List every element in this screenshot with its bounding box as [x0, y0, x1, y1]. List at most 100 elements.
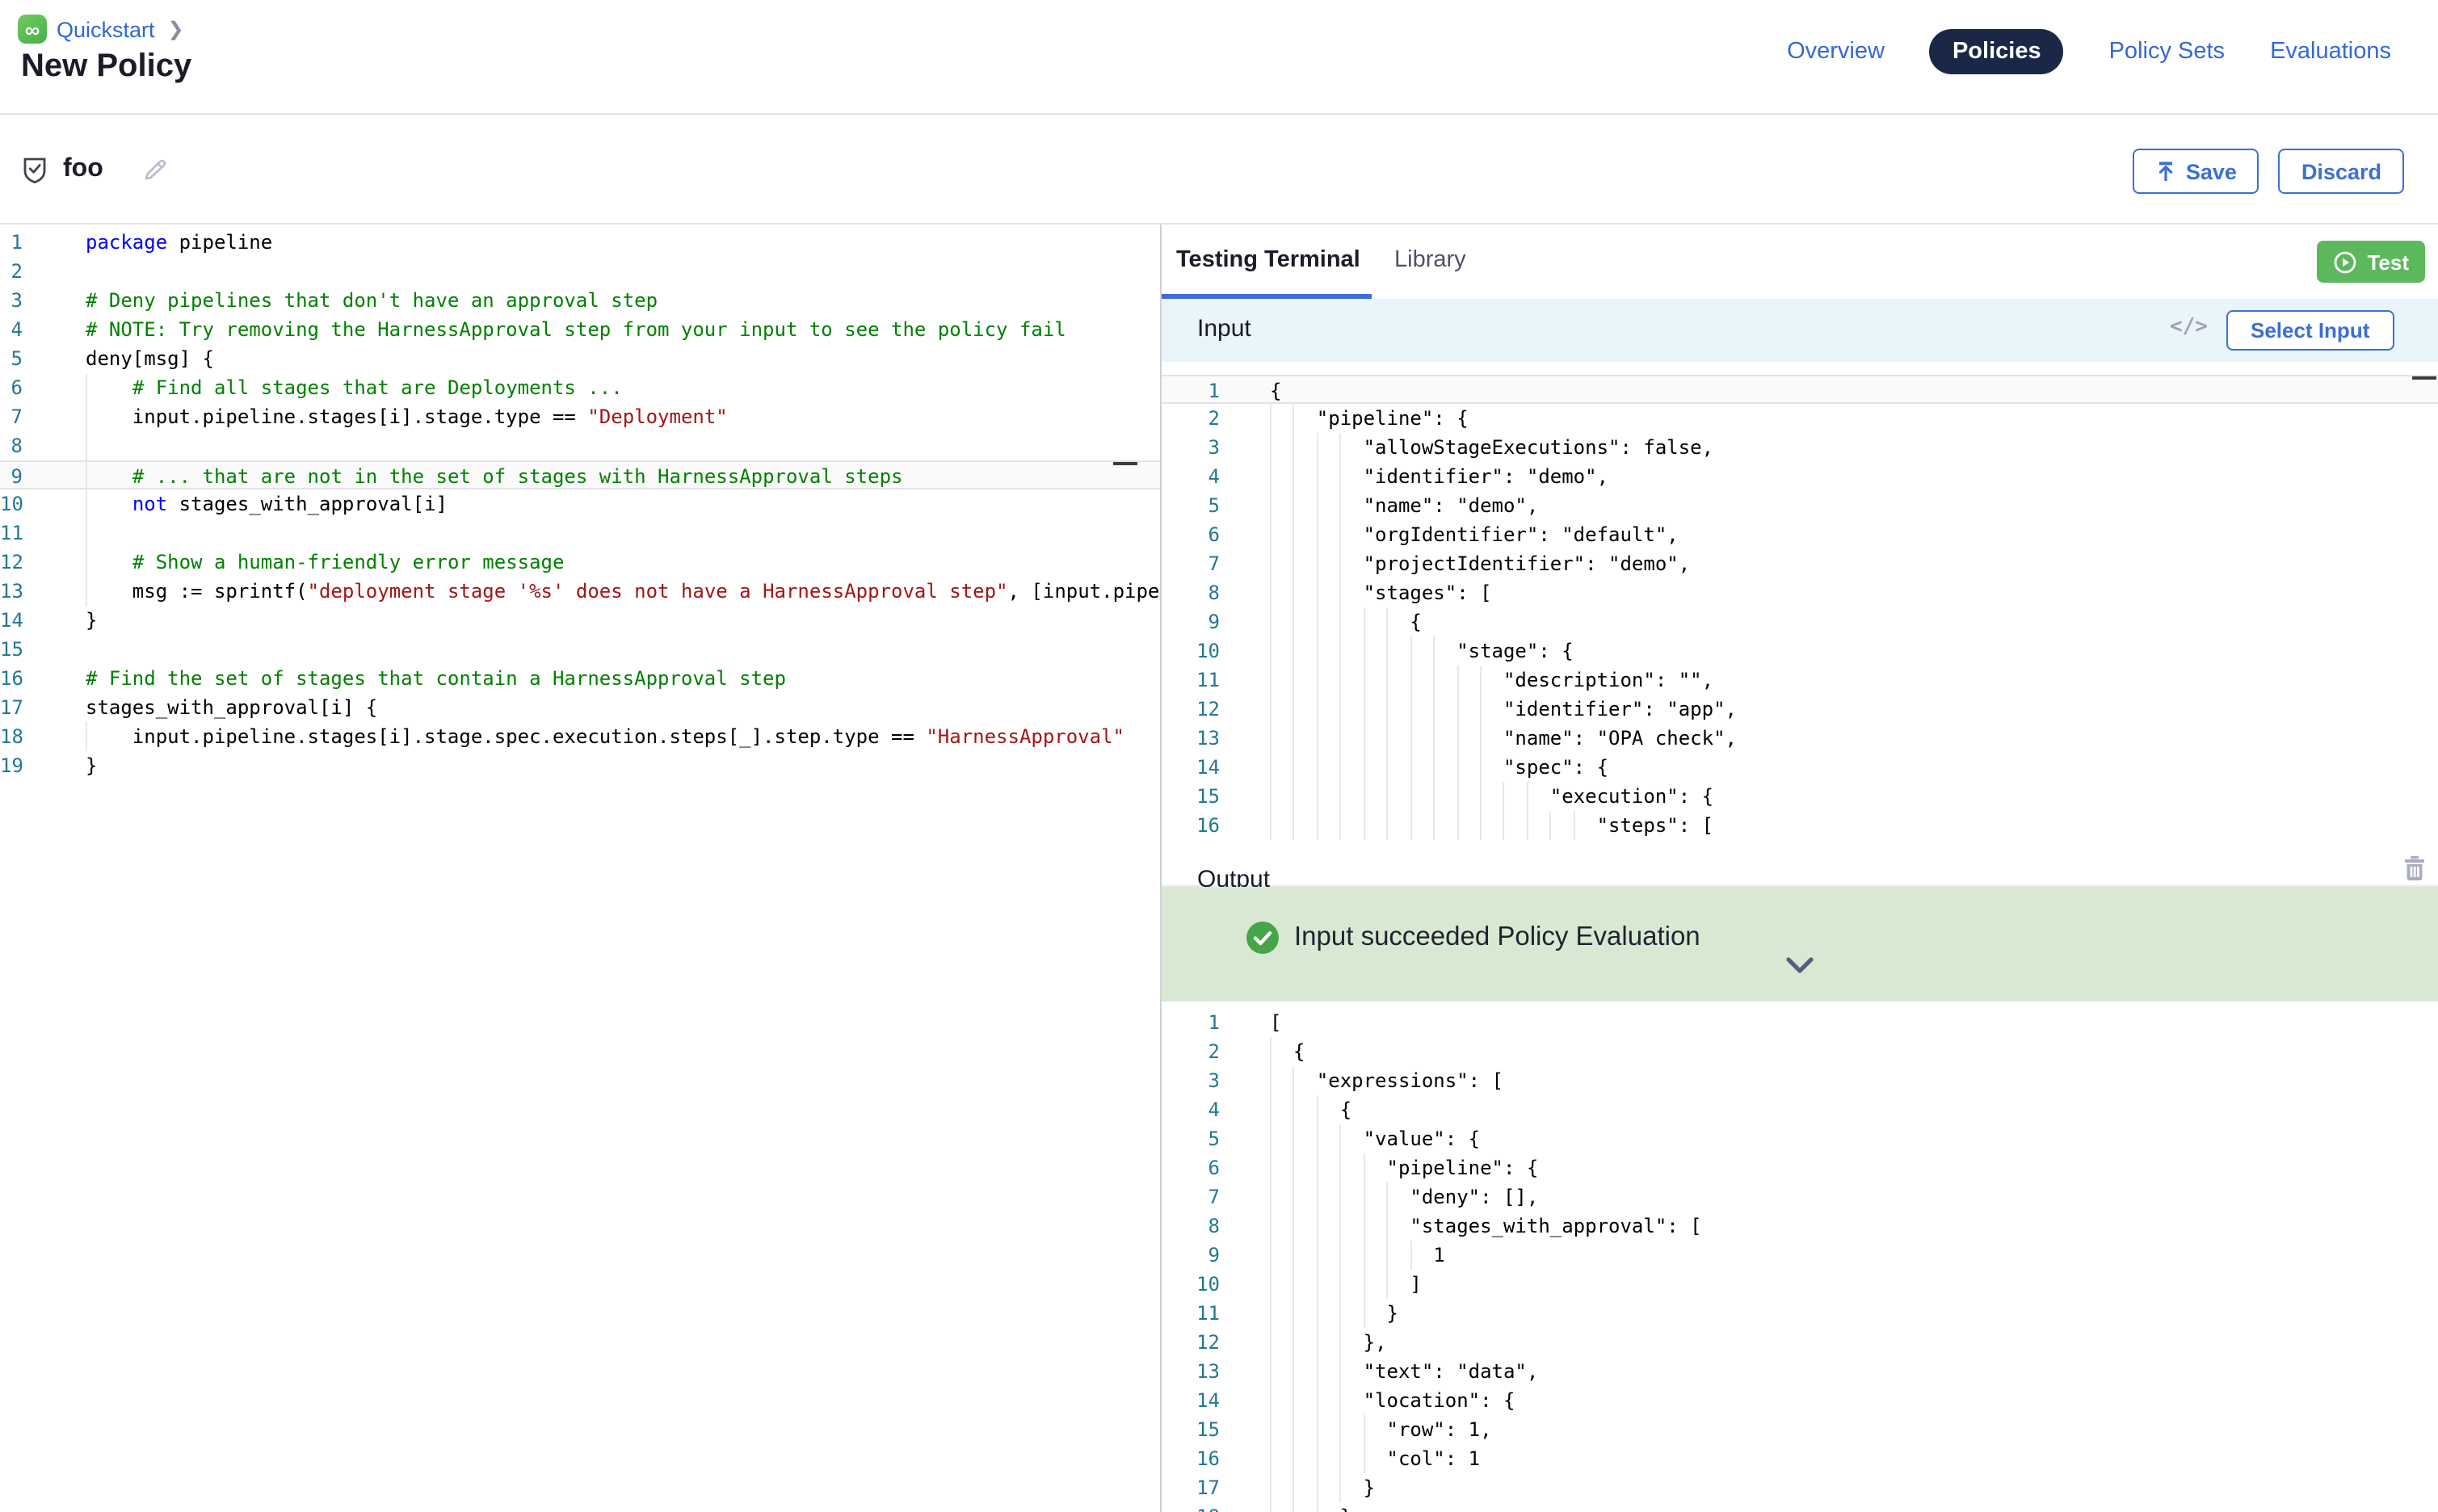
- indent-guide: [1364, 607, 1365, 636]
- indent-guide: [86, 462, 87, 488]
- code-line: 8 "stages": [: [1162, 578, 2438, 607]
- line-number: 1: [1162, 1008, 1234, 1037]
- indent-guide: [1270, 1328, 1272, 1357]
- code-line: 3 "allowStageExecutions": false,: [1162, 433, 2438, 462]
- indent-guide: [1433, 782, 1435, 811]
- tab-library[interactable]: Library: [1394, 247, 1466, 273]
- code-line: 8 "stages_with_approval": [: [1162, 1212, 2438, 1241]
- indent-guide: [1293, 1415, 1295, 1444]
- indent-guide: [1270, 1473, 1272, 1502]
- line-number: 5: [1162, 1124, 1234, 1153]
- input-code-editor[interactable]: 1{2 "pipeline": {3 "allowStageExecutions…: [1162, 362, 2438, 850]
- indent-guide: [1293, 1212, 1295, 1241]
- code-line: 7 "deny": [],: [1162, 1182, 2438, 1212]
- indent-guide: [1293, 724, 1295, 753]
- indent-guide: [1480, 811, 1482, 840]
- indent-guide: [1317, 1386, 1318, 1415]
- play-icon: [2333, 250, 2357, 274]
- breadcrumb-project-link[interactable]: Quickstart: [57, 17, 155, 41]
- indent-guide: [1410, 636, 1411, 666]
- line-number: 16: [1162, 1444, 1234, 1473]
- indent-guide: [1293, 1270, 1295, 1299]
- code-line: 8: [0, 431, 1160, 460]
- code-line: 12 # Show a human-friendly error message: [0, 548, 1160, 577]
- indent-guide: [1317, 1299, 1318, 1328]
- code-line: 13 msg := sprintf("deployment stage '%s'…: [0, 577, 1160, 606]
- code-line: 7 input.pipeline.stages[i].stage.type ==…: [0, 402, 1160, 431]
- indent-guide: [86, 722, 87, 751]
- tab-evaluations[interactable]: Evaluations: [2270, 39, 2391, 65]
- indent-guide: [1293, 1066, 1295, 1095]
- code-line: 4# NOTE: Try removing the HarnessApprova…: [0, 315, 1160, 344]
- indent-guide: [1317, 1473, 1318, 1502]
- code-line: 14 "spec": {: [1162, 753, 2438, 782]
- indent-guide: [1340, 782, 1342, 811]
- indent-guide: [1364, 1270, 1365, 1299]
- indent-guide: [1293, 782, 1295, 811]
- line-number: 6: [1162, 520, 1234, 549]
- discard-button[interactable]: Discard: [2279, 149, 2404, 194]
- code-line: 1[: [1162, 1008, 2438, 1037]
- trash-icon[interactable]: [2402, 855, 2427, 890]
- tab-testing-terminal[interactable]: Testing Terminal: [1176, 247, 1360, 273]
- indent-guide: [1410, 724, 1411, 753]
- policy-code-editor[interactable]: 1package pipeline23# Deny pipelines that…: [0, 225, 1160, 1512]
- indent-guide: [1480, 695, 1482, 724]
- breadcrumb-chevron-icon: ❯: [168, 18, 184, 40]
- indent-guide: [1364, 636, 1365, 666]
- indent-guide: [1317, 433, 1318, 462]
- line-number: 4: [1162, 462, 1234, 491]
- indent-guide: [1340, 1182, 1342, 1212]
- overview-ruler-cursor-mark: [2412, 376, 2436, 380]
- code-line: 10 ]: [1162, 1270, 2438, 1299]
- indent-guide: [1270, 1095, 1272, 1124]
- indent-guide: [1410, 811, 1411, 840]
- indent-guide: [1270, 1124, 1272, 1153]
- indent-guide: [1270, 1153, 1272, 1182]
- chevron-down-icon[interactable]: [1785, 953, 1814, 982]
- line-number: 7: [0, 402, 65, 431]
- code-icon[interactable]: </>: [2170, 315, 2208, 339]
- tab-overview[interactable]: Overview: [1787, 39, 1885, 65]
- line-number: 2: [1162, 1037, 1234, 1066]
- tab-policies[interactable]: Policies: [1930, 29, 2064, 74]
- output-code-editor[interactable]: 1[2 {3 "expressions": [4 {5 "value": {6 …: [1162, 1002, 2438, 1512]
- breadcrumb: ∞ Quickstart ❯: [18, 15, 184, 44]
- select-input-button[interactable]: Select Input: [2226, 310, 2394, 351]
- code-line: 11: [0, 519, 1160, 548]
- indent-guide: [1293, 695, 1295, 724]
- indent-guide: [1340, 1444, 1342, 1473]
- indent-guide: [1317, 1444, 1318, 1473]
- indent-guide: [1270, 1066, 1272, 1095]
- indent-guide: [1293, 433, 1295, 462]
- indent-guide: [1340, 811, 1342, 840]
- line-number: 17: [1162, 1473, 1234, 1502]
- indent-guide: [86, 431, 87, 460]
- line-number: 14: [1162, 1386, 1234, 1415]
- line-number: 11: [1162, 666, 1234, 695]
- output-section-header: Output: [1162, 850, 2438, 887]
- indent-guide: [1317, 578, 1318, 607]
- upload-icon: [2155, 161, 2176, 182]
- indent-guide: [1293, 549, 1295, 578]
- indent-guide: [1317, 1182, 1318, 1212]
- code-line: 2 {: [1162, 1037, 2438, 1066]
- edit-pencil-icon[interactable]: [142, 157, 168, 183]
- code-line: 9 1: [1162, 1241, 2438, 1270]
- code-line: 17 }: [1162, 1473, 2438, 1502]
- save-button[interactable]: Save: [2133, 149, 2259, 194]
- indent-guide: [1340, 462, 1342, 491]
- code-line: 11 }: [1162, 1299, 2438, 1328]
- indent-guide: [1364, 724, 1365, 753]
- line-number: 1: [0, 228, 65, 257]
- tab-policy-sets[interactable]: Policy Sets: [2109, 39, 2225, 65]
- line-number: 6: [0, 373, 65, 402]
- test-button[interactable]: Test: [2317, 241, 2425, 283]
- code-line: 13 "name": "OPA check",: [1162, 724, 2438, 753]
- indent-guide: [1410, 666, 1411, 695]
- line-number: 13: [0, 577, 65, 606]
- indent-guide: [1317, 1212, 1318, 1241]
- test-button-label: Test: [2367, 250, 2409, 274]
- code-line: 1{: [1162, 375, 2438, 404]
- line-number: 4: [0, 315, 65, 344]
